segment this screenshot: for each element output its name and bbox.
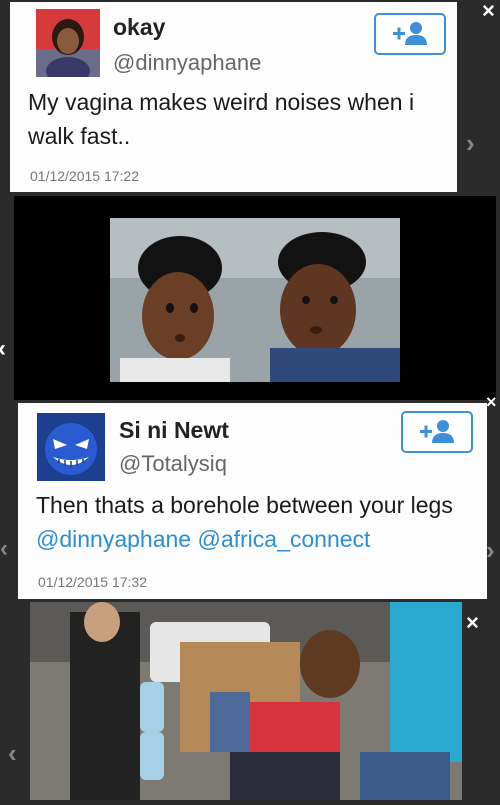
prev-arrow-icon[interactable]: ‹	[0, 535, 8, 563]
tweet-timestamp: 01/12/2015 17:22	[30, 168, 139, 184]
tweet-text-body: Then thats a borehole between your legs	[36, 492, 453, 518]
tweet-text: Then thats a borehole between your legs …	[36, 488, 486, 556]
follow-button[interactable]	[401, 411, 473, 453]
next-arrow-icon[interactable]: ›	[466, 128, 475, 159]
mention-link[interactable]: @africa_connect	[197, 526, 370, 552]
street-photo	[30, 602, 462, 800]
prev-arrow-icon[interactable]: ‹	[8, 738, 17, 769]
avatar[interactable]	[37, 413, 105, 481]
tweet-timestamp: 01/12/2015 17:32	[38, 574, 147, 590]
user-handle[interactable]: @Totalysiq	[119, 451, 227, 477]
user-display-name[interactable]: Si ni Newt	[119, 417, 229, 444]
tweet-card-2: Si ni Newt @Totalysiq Then thats a boreh…	[18, 403, 487, 599]
prev-arrow-icon[interactable]: ‹	[0, 335, 6, 363]
add-user-icon	[393, 22, 427, 45]
close-icon[interactable]: ×	[482, 0, 495, 24]
close-icon[interactable]: ×	[466, 610, 479, 636]
tweet-card-1: okay @dinnyaphane My vagina makes weird …	[10, 2, 457, 192]
add-user-icon	[420, 420, 454, 443]
close-icon[interactable]: ×	[486, 392, 497, 413]
avatar[interactable]	[36, 9, 100, 77]
next-arrow-icon[interactable]: ›	[486, 535, 495, 566]
user-handle[interactable]: @dinnyaphane	[113, 50, 261, 76]
user-display-name[interactable]: okay	[113, 14, 165, 41]
mention-link[interactable]: @dinnyaphane	[36, 526, 191, 552]
tweet-image-babies	[14, 196, 496, 400]
babies-photo	[110, 218, 400, 382]
follow-button[interactable]	[374, 13, 446, 55]
tweet-image-street	[30, 602, 462, 800]
tweet-text: My vagina makes weird noises when i walk…	[28, 89, 415, 149]
